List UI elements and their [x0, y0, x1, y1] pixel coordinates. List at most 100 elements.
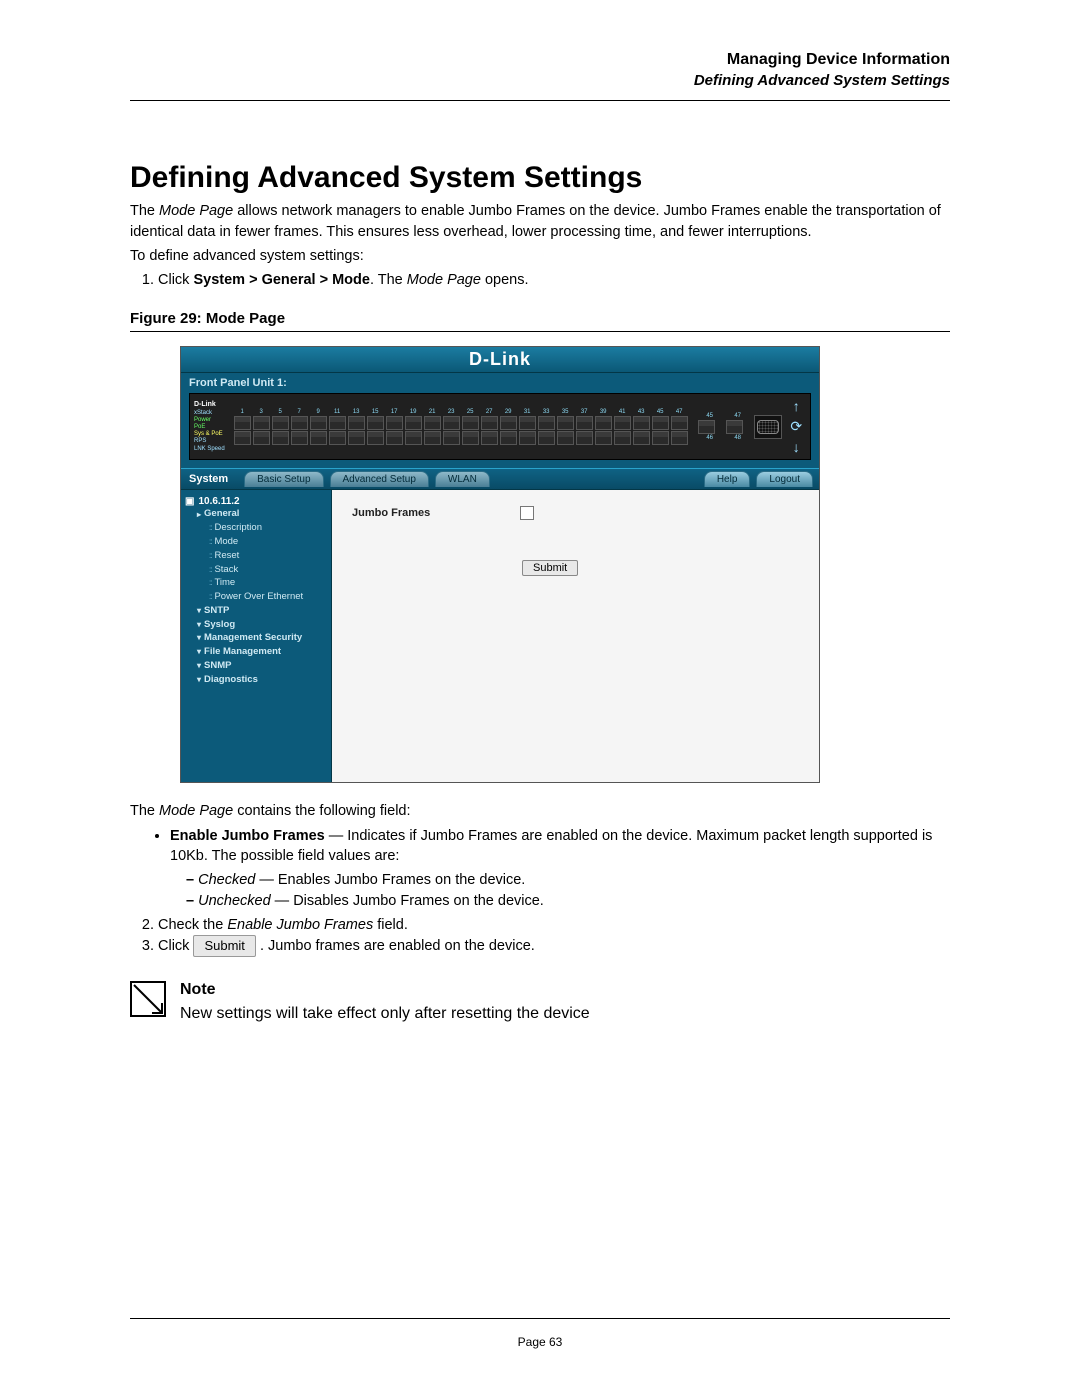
ethernet-port: [519, 431, 536, 445]
note-text: Note New settings will take effect only …: [180, 981, 590, 1023]
dash-unchecked: Unchecked — Disables Jumbo Frames on the…: [186, 891, 950, 911]
extra-ports: 45 47 46 48: [698, 413, 750, 441]
ethernet-port: [234, 416, 251, 430]
value-dashes: Checked — Enables Jumbo Frames on the de…: [130, 870, 950, 911]
device-rack: D-Link xStack Power PoE Sys & PoE RPS LN…: [189, 393, 811, 460]
ethernet-port: [614, 431, 631, 445]
tab-bar: System Basic Setup Advanced Setup WLAN H…: [181, 468, 819, 490]
tree-general[interactable]: General: [185, 507, 327, 521]
ethernet-port: [652, 431, 669, 445]
tree-mgmt-security[interactable]: Management Security: [185, 631, 327, 645]
jumbo-frames-checkbox[interactable]: [520, 506, 534, 520]
nav-tree: ▣ 10.6.11.2 General Description Mode Res…: [181, 490, 332, 782]
intro-paragraph: The Mode Page allows network managers to…: [130, 201, 950, 242]
ethernet-port: [367, 431, 384, 445]
ethernet-port: [291, 416, 308, 430]
ethernet-port: [671, 431, 688, 445]
ethernet-port: [272, 416, 289, 430]
tab-help[interactable]: Help: [704, 471, 751, 487]
steps-list-2: Check the Enable Jumbo Frames field. Cli…: [130, 915, 950, 957]
console-port: [754, 415, 783, 439]
tree-syslog[interactable]: Syslog: [185, 618, 327, 632]
tab-wlan[interactable]: WLAN: [435, 471, 490, 487]
host-icon: ▣: [185, 496, 194, 507]
ethernet-port: [367, 416, 384, 430]
tree-snmp[interactable]: SNMP: [185, 659, 327, 673]
field-bullets: Enable Jumbo Frames — Indicates if Jumbo…: [130, 826, 950, 867]
tree-stack[interactable]: Stack: [185, 563, 327, 577]
ethernet-port: [481, 431, 498, 445]
tab-advanced-setup[interactable]: Advanced Setup: [330, 471, 429, 487]
ethernet-port: [557, 416, 574, 430]
ethernet-port: [329, 416, 346, 430]
ethernet-port: [405, 431, 422, 445]
tree-reset[interactable]: Reset: [185, 549, 327, 563]
ethernet-port: [348, 416, 365, 430]
sfp-port: [698, 420, 715, 434]
bullet-enable-jumbo: Enable Jumbo Frames — Indicates if Jumbo…: [170, 826, 950, 867]
ethernet-port: [310, 431, 327, 445]
jumbo-frames-label: Jumbo Frames: [352, 507, 430, 519]
page-number: Page 63: [0, 1335, 1080, 1349]
ethernet-port: [348, 431, 365, 445]
intro-lead: To define advanced system settings:: [130, 246, 950, 266]
tree-mode[interactable]: Mode: [185, 535, 327, 549]
steps-list-1: Click System > General > Mode. The Mode …: [130, 270, 950, 290]
ethernet-port: [500, 431, 517, 445]
ethernet-port: [424, 416, 441, 430]
ethernet-port: [481, 416, 498, 430]
tree-sntp[interactable]: SNTP: [185, 604, 327, 618]
tree-file-mgmt[interactable]: File Management: [185, 645, 327, 659]
tree-description[interactable]: Description: [185, 521, 327, 535]
ethernet-port: [576, 416, 593, 430]
ethernet-port: [272, 431, 289, 445]
tree-time[interactable]: Time: [185, 576, 327, 590]
tree-root[interactable]: ▣ 10.6.11.2: [185, 496, 327, 507]
content-body: ▣ 10.6.11.2 General Description Mode Res…: [181, 490, 819, 782]
ethernet-port: [557, 431, 574, 445]
header-section: Defining Advanced System Settings: [130, 71, 950, 91]
note-block: Note New settings will take effect only …: [130, 981, 950, 1023]
ethernet-port: [443, 431, 460, 445]
ethernet-port: [329, 431, 346, 445]
tree-poe[interactable]: Power Over Ethernet: [185, 590, 327, 604]
ethernet-port: [500, 416, 517, 430]
after-figure-text: The Mode Page contains the following fie…: [130, 801, 950, 821]
ethernet-port: [253, 431, 270, 445]
ethernet-port: [424, 431, 441, 445]
running-header: Managing Device Information Defining Adv…: [130, 50, 950, 90]
front-panel-label: Front Panel Unit 1:: [189, 377, 811, 389]
ethernet-port: [310, 416, 327, 430]
ethernet-port: [386, 416, 403, 430]
tab-system[interactable]: System: [187, 471, 238, 487]
arrow-down-icon[interactable]: ↓: [793, 439, 800, 455]
scroll-arrows[interactable]: ↑ ⟳ ↓: [786, 398, 806, 455]
step-1: Click System > General > Mode. The Mode …: [158, 270, 950, 290]
refresh-icon[interactable]: ⟳: [790, 418, 802, 435]
figure-caption: Figure 29: Mode Page: [130, 310, 950, 327]
note-body: New settings will take effect only after…: [180, 1005, 590, 1023]
tree-diagnostics[interactable]: Diagnostics: [185, 673, 327, 687]
main-panel: Jumbo Frames Submit: [332, 490, 819, 782]
header-chapter: Managing Device Information: [130, 50, 950, 71]
step-2: Check the Enable Jumbo Frames field.: [158, 915, 950, 935]
tab-logout[interactable]: Logout: [756, 471, 813, 487]
ethernet-port: [462, 431, 479, 445]
ethernet-port: [443, 416, 460, 430]
arrow-up-icon[interactable]: ↑: [793, 398, 800, 414]
tab-basic-setup[interactable]: Basic Setup: [244, 471, 323, 487]
ethernet-port: [652, 416, 669, 430]
ethernet-port: [614, 416, 631, 430]
header-rule: [130, 100, 950, 101]
front-panel: Front Panel Unit 1: D-Link xStack Power …: [181, 373, 819, 468]
step-3: Click Submit . Jumbo frames are enabled …: [158, 935, 950, 957]
ethernet-port: [405, 416, 422, 430]
brand-bar: D-Link: [181, 347, 819, 373]
dash-checked: Checked — Enables Jumbo Frames on the de…: [186, 870, 950, 890]
ethernet-port: [671, 416, 688, 430]
ports-grid: 1357911131517192123252729313335373941434…: [234, 409, 688, 445]
ethernet-port: [234, 431, 251, 445]
submit-button[interactable]: Submit: [522, 560, 578, 576]
submit-button-inline: Submit: [193, 935, 255, 957]
ethernet-port: [519, 416, 536, 430]
